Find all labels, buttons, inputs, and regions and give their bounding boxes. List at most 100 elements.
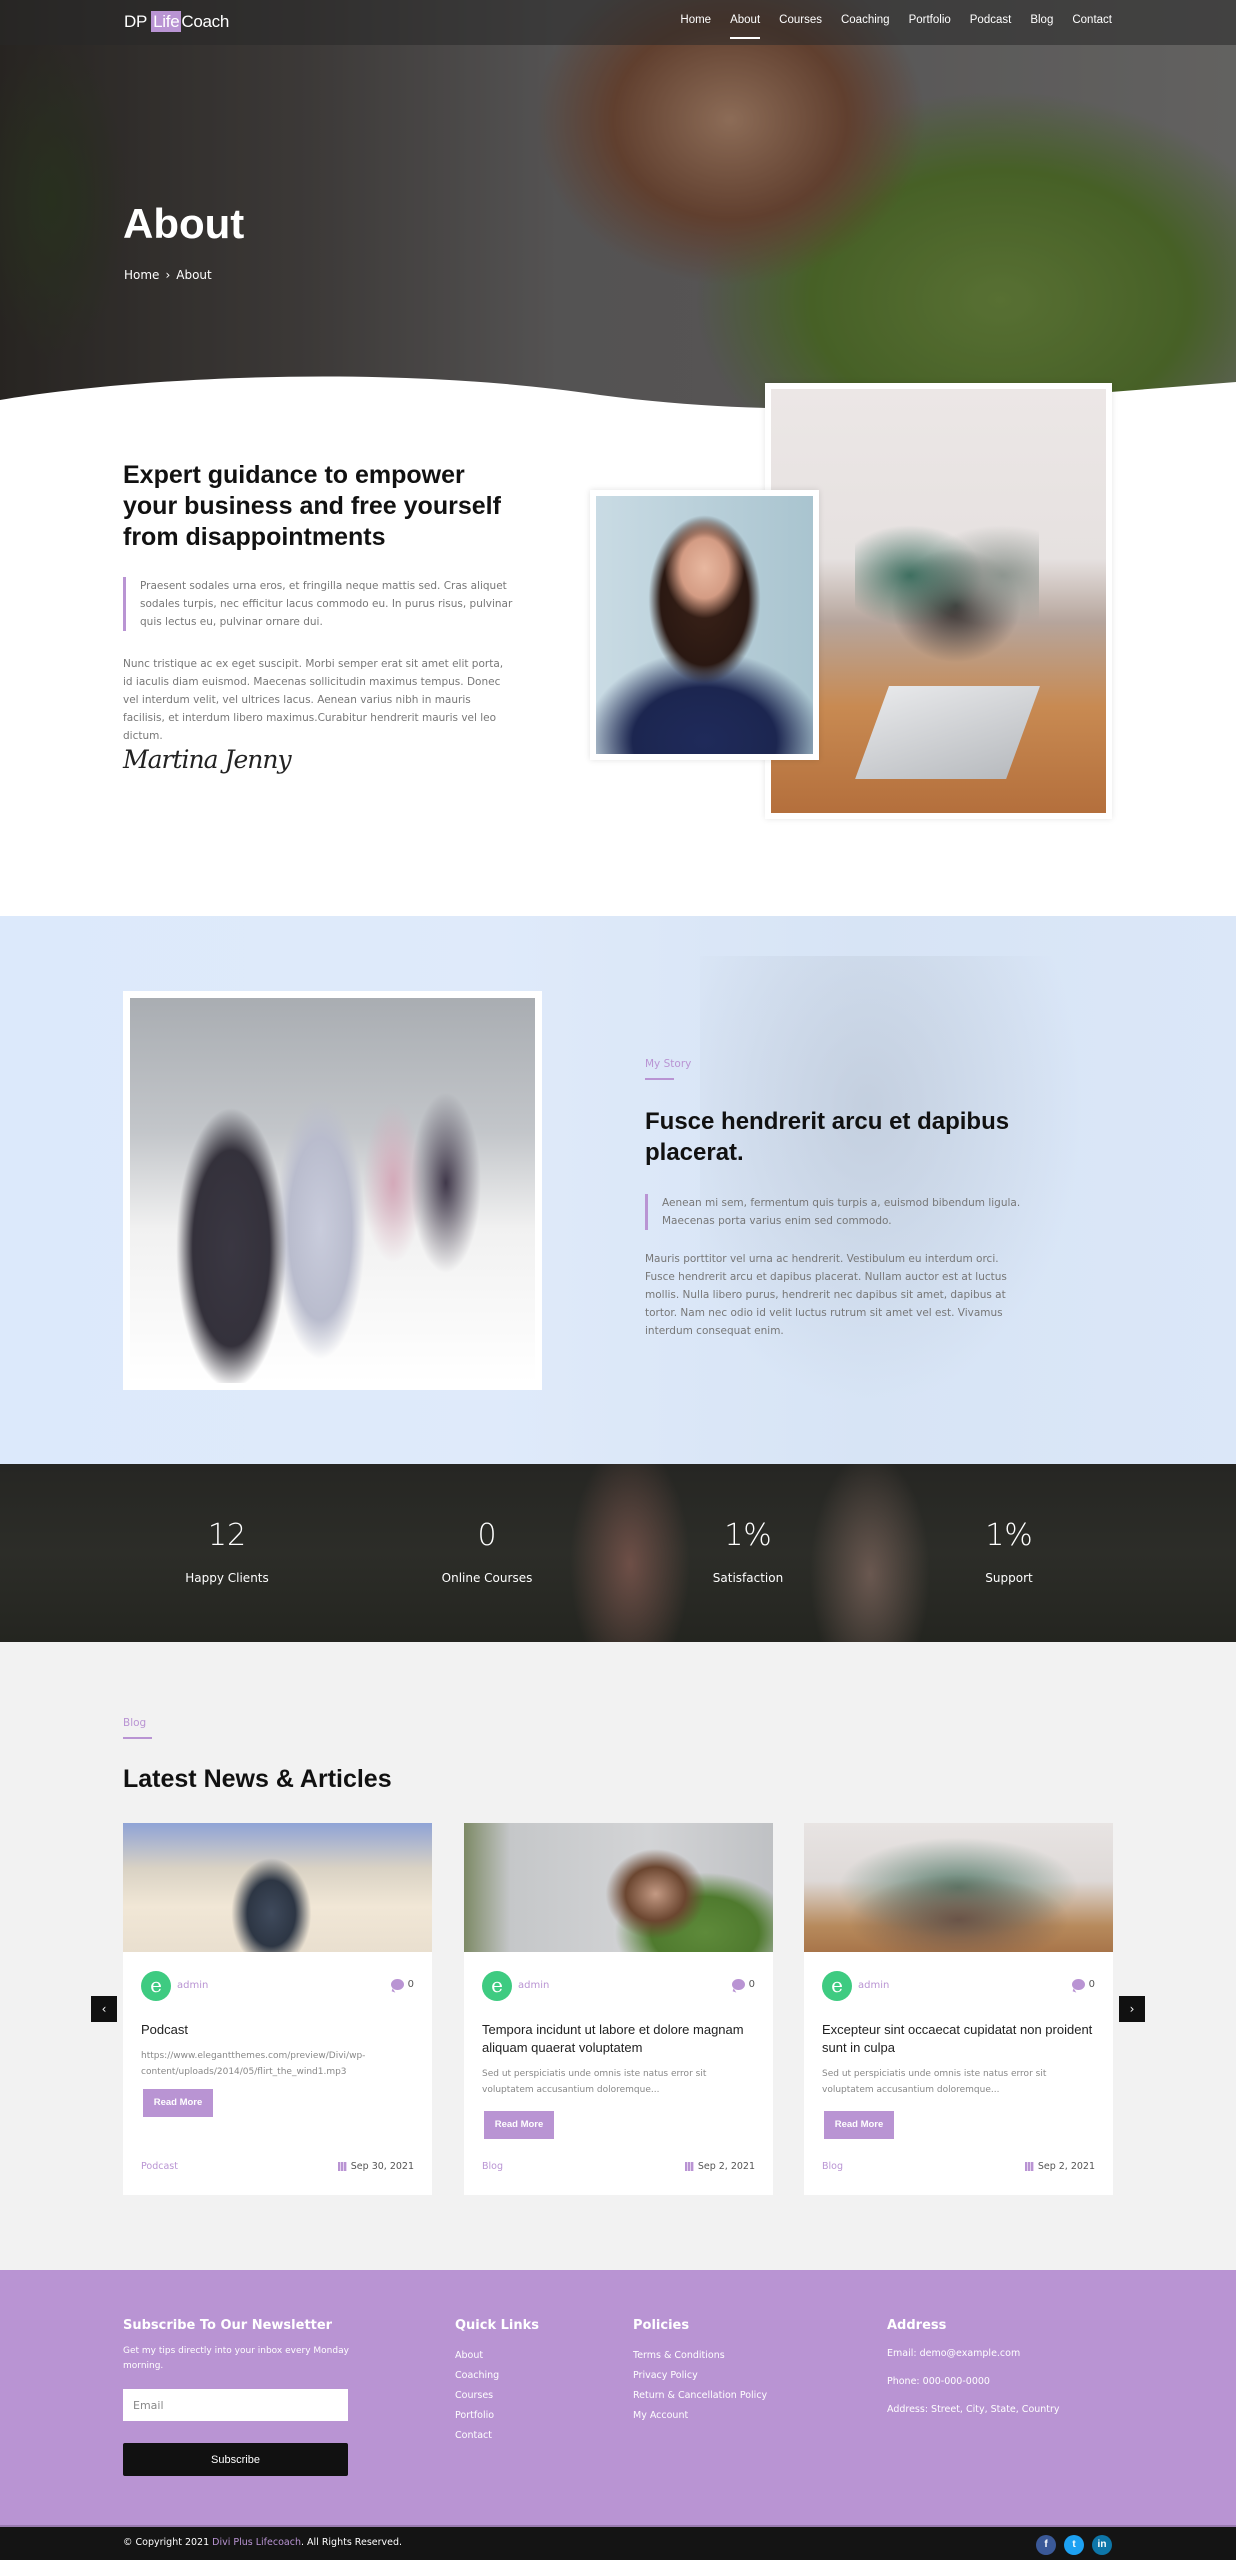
author-avatar: e	[482, 1971, 512, 2001]
footer-link-my-account[interactable]: My Account	[633, 2406, 767, 2426]
footer-link-privacy[interactable]: Privacy Policy	[633, 2366, 767, 2386]
coach-portrait-photo	[590, 490, 819, 760]
comment-icon	[390, 1979, 404, 1990]
blog-heading: Latest News & Articles	[123, 1765, 392, 1793]
footer-link-portfolio[interactable]: Portfolio	[455, 2406, 499, 2426]
post-date-value: Sep 30, 2021	[350, 2161, 414, 2172]
stat-label: Happy Clients	[185, 1571, 269, 1585]
page-title: About	[123, 200, 245, 247]
stat-support: 1% Support	[909, 1518, 1109, 1585]
comment-count[interactable]: 0	[731, 1979, 755, 1990]
stat-label: Satisfaction	[712, 1571, 784, 1585]
address-block: Email: demo@example.com Phone: 000-000-0…	[887, 2346, 1060, 2430]
copyright-bar: © Copyright 2021 Divi Plus Lifecoach. Al…	[0, 2525, 1236, 2560]
signature: Martina Jenny	[123, 745, 292, 774]
footer-link-return-policy[interactable]: Return & Cancellation Policy	[633, 2386, 767, 2406]
blog-card[interactable]: e admin 0 Excepteur sint occaecat cupida…	[804, 1823, 1113, 2195]
top-navbar: DP Life Coach Home About Courses Coaching…	[0, 0, 1236, 45]
comment-count-value: 0	[1088, 1979, 1095, 1990]
facebook-icon[interactable]: f	[1036, 2535, 1056, 2555]
calendar-icon	[684, 2162, 694, 2171]
quick-links-list: About Coaching Courses Portfolio Contact	[455, 2346, 499, 2446]
footer-link-courses[interactable]: Courses	[455, 2386, 499, 2406]
post-excerpt: https://www.elegantthemes.com/preview/Di…	[141, 2051, 366, 2077]
post-title[interactable]: Excepteur sint occaecat cupidatat non pr…	[822, 2021, 1095, 2057]
stat-value: 12	[207, 1518, 247, 1553]
site-logo[interactable]: DP Life Coach	[124, 11, 230, 32]
post-meta: e admin 0	[822, 1971, 1095, 2001]
post-thumbnail-woman-laptop[interactable]	[464, 1823, 773, 1952]
post-category[interactable]: Podcast	[141, 2161, 178, 2172]
carousel-next-button[interactable]: ›	[1119, 1996, 1145, 2022]
blog-eyebrow: Blog	[123, 1717, 153, 1739]
post-title[interactable]: Podcast	[141, 2021, 414, 2039]
author-avatar: e	[822, 1971, 852, 2001]
about-heading: Expert guidance to empower your business…	[123, 461, 501, 551]
post-date-value: Sep 2, 2021	[697, 2161, 755, 2172]
post-category[interactable]: Blog	[482, 2161, 503, 2172]
post-date: Sep 2, 2021	[1024, 2161, 1095, 2172]
author-avatar: e	[141, 1971, 171, 2001]
breadcrumb-current: About	[176, 268, 212, 282]
author-link[interactable]: admin	[518, 1980, 549, 1991]
breadcrumb-home[interactable]: Home	[124, 268, 159, 282]
post-thumbnail-microphone[interactable]	[123, 1823, 432, 1952]
footer-link-terms[interactable]: Terms & Conditions	[633, 2346, 767, 2366]
read-more-button[interactable]: Read More	[824, 2111, 894, 2139]
carousel-prev-button[interactable]: ‹	[91, 1996, 117, 2022]
twitter-icon[interactable]: t	[1064, 2535, 1084, 2555]
nav-coaching[interactable]: Coaching	[841, 14, 890, 26]
footer-link-coaching[interactable]: Coaching	[455, 2366, 499, 2386]
nav-about[interactable]: About	[730, 14, 761, 39]
newsletter-heading: Subscribe To Our Newsletter	[123, 2318, 333, 2333]
stat-online-courses: 0 Online Courses	[387, 1518, 587, 1585]
read-more-button[interactable]: Read More	[143, 2089, 213, 2117]
nav-home[interactable]: Home	[680, 14, 711, 26]
post-thumbnail-team[interactable]	[804, 1823, 1113, 1952]
comment-count[interactable]: 0	[1071, 1979, 1095, 1990]
post-excerpt: Sed ut perspiciatis unde omnis iste natu…	[822, 2069, 1047, 2095]
footer-link-contact[interactable]: Contact	[455, 2426, 499, 2446]
nav-contact[interactable]: Contact	[1072, 14, 1112, 26]
author-link[interactable]: admin	[858, 1980, 889, 1991]
main-nav: Home About Courses Coaching Portfolio Po…	[680, 14, 1112, 39]
calendar-icon	[1024, 2162, 1034, 2171]
subscribe-button[interactable]: Subscribe	[123, 2443, 348, 2476]
social-links: f t in	[1036, 2535, 1112, 2555]
comment-count[interactable]: 0	[390, 1979, 414, 1990]
read-more-button[interactable]: Read More	[484, 2111, 554, 2139]
post-title[interactable]: Tempora incidunt ut labore et dolore mag…	[482, 2021, 755, 2057]
about-quote: Praesent sodales urna eros, et fringilla…	[123, 577, 513, 631]
quick-links-heading: Quick Links	[455, 2318, 540, 2333]
nav-blog[interactable]: Blog	[1030, 14, 1053, 26]
post-category[interactable]: Blog	[822, 2161, 843, 2172]
nav-portfolio[interactable]: Portfolio	[909, 14, 951, 26]
nav-courses[interactable]: Courses	[779, 14, 822, 26]
author-link[interactable]: admin	[177, 1980, 208, 1991]
comment-count-value: 0	[748, 1979, 755, 1990]
address-email[interactable]: Email: demo@example.com	[887, 2346, 1060, 2374]
stat-happy-clients: 12 Happy Clients	[127, 1518, 327, 1585]
linkedin-icon[interactable]: in	[1092, 2535, 1112, 2555]
address-heading: Address	[887, 2318, 947, 2333]
comment-icon	[1071, 1979, 1085, 1990]
post-date: Sep 2, 2021	[684, 2161, 755, 2172]
policies-list: Terms & Conditions Privacy Policy Return…	[633, 2346, 767, 2426]
calendar-icon	[337, 2162, 347, 2171]
copyright-brand-link[interactable]: Divi Plus Lifecoach	[212, 2537, 301, 2548]
stat-value: 1%	[985, 1518, 1033, 1553]
address-street: Address: Street, City, State, Country	[887, 2404, 1060, 2415]
copyright-text: © Copyright 2021 Divi Plus Lifecoach. Al…	[123, 2537, 402, 2548]
post-meta: e admin 0	[141, 1971, 414, 2001]
footer-link-about[interactable]: About	[455, 2346, 499, 2366]
about-paragraph: Nunc tristique ac ex eget suscipit. Morb…	[123, 658, 504, 742]
nav-podcast[interactable]: Podcast	[970, 14, 1012, 26]
story-photo	[123, 991, 542, 1390]
post-date-value: Sep 2, 2021	[1037, 2161, 1095, 2172]
copyright-suffix: . All Rights Reserved.	[300, 2537, 403, 2548]
newsletter-email-input[interactable]	[123, 2389, 348, 2421]
post-excerpt: Sed ut perspiciatis unde omnis iste natu…	[482, 2069, 707, 2095]
blog-card[interactable]: e admin 0 Podcast https://www.elegantthe…	[123, 1823, 432, 2195]
blog-card[interactable]: e admin 0 Tempora incidunt ut labore et …	[464, 1823, 773, 2195]
logo-suffix: Coach	[181, 12, 230, 31]
